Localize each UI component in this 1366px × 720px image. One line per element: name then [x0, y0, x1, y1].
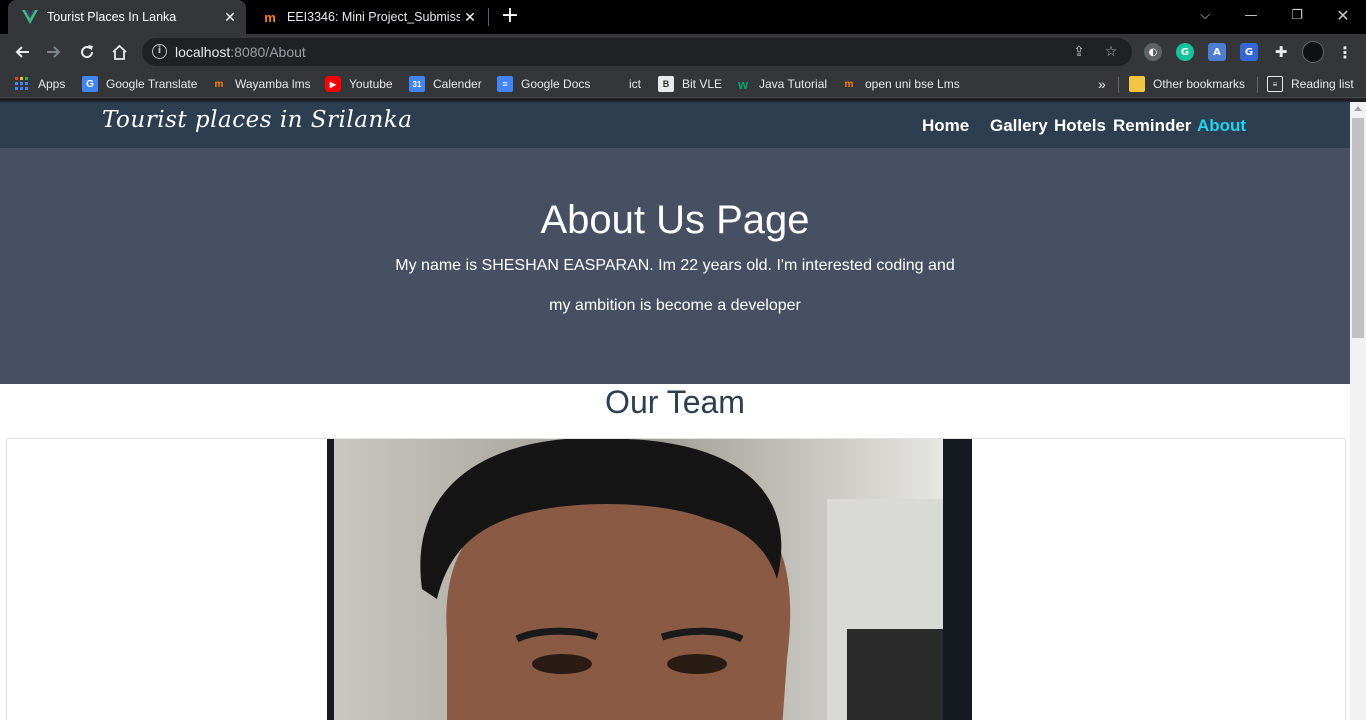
page-title: About Us Page	[540, 198, 810, 242]
close-tab-icon[interactable]: ✕	[220, 7, 240, 27]
close-window-button[interactable]: ✕	[1320, 0, 1366, 30]
tab-title: EEI3346: Mini Project_Submission	[287, 10, 460, 24]
reading-list[interactable]: ≡ Reading list	[1267, 75, 1354, 93]
other-bookmarks-label: Other bookmarks	[1153, 77, 1246, 91]
browser-toolbar: i localhost:8080/About ⇪ ☆ ◐ G A G ✚ ⋮	[0, 34, 1366, 70]
moodle-icon: m	[844, 78, 854, 90]
about-text-line-2: my ambition is become a developer	[549, 297, 801, 314]
bookmark-open-uni[interactable]: m open uni bse Lms	[841, 75, 960, 93]
address-bar[interactable]: i localhost:8080/About ⇪ ☆	[142, 38, 1132, 66]
w3schools-icon: w	[737, 76, 749, 92]
bookmark-divider	[1257, 77, 1258, 93]
home-button[interactable]	[107, 40, 131, 64]
extensions-puzzle-icon[interactable]: ✚	[1272, 43, 1290, 61]
bookmark-label: Apps	[38, 77, 66, 91]
blank-icon	[605, 76, 621, 92]
site-info-icon[interactable]: i	[152, 44, 167, 59]
close-tab-icon[interactable]: ✕	[460, 7, 480, 27]
bookmark-bit-vle[interactable]: B Bit VLE	[658, 75, 722, 93]
back-button[interactable]	[10, 40, 34, 64]
about-text-line-1: My name is SHESHAN EASPARAN. Im 22 years…	[395, 257, 955, 274]
nav-home[interactable]: Home	[922, 116, 969, 136]
translate-ext-icon[interactable]: A	[1208, 43, 1226, 61]
site-navbar: Tourist places in Srilanka Home Gallery …	[0, 102, 1350, 148]
team-card	[6, 438, 1346, 720]
profile-avatar[interactable]	[1302, 41, 1324, 63]
nav-reminder[interactable]: Reminder	[1113, 116, 1191, 136]
calendar-icon: 31	[409, 76, 425, 92]
forward-button[interactable]	[42, 40, 66, 64]
tab-mini-project[interactable]: m EEI3346: Mini Project_Submission ✕	[250, 0, 486, 34]
nav-gallery[interactable]: Gallery	[990, 116, 1048, 136]
bookmark-label: open uni bse Lms	[865, 77, 960, 91]
moodle-icon: m	[214, 78, 224, 90]
reading-list-label: Reading list	[1291, 77, 1354, 91]
site-logo[interactable]: Tourist places in Srilanka	[102, 107, 412, 133]
reload-button[interactable]	[75, 40, 99, 64]
tab-strip: Tourist Places In Lanka ✕ m EEI3346: Min…	[0, 0, 1366, 34]
apps-grid-icon	[14, 76, 30, 92]
nav-hotels[interactable]: Hotels	[1054, 116, 1106, 136]
team-heading: Our Team	[605, 384, 745, 420]
bookmark-wayamba-lms[interactable]: m Wayamba lms	[211, 75, 311, 93]
tab-search-icon[interactable]: ⌵	[1182, 0, 1228, 30]
google-docs-icon: ≡	[497, 76, 513, 92]
new-tab-button[interactable]: +	[498, 5, 522, 29]
scrollbar-thumb[interactable]	[1352, 118, 1364, 338]
google-translate-ext-icon[interactable]: G	[1240, 43, 1258, 61]
vue-logo-icon	[22, 9, 38, 25]
extension-icon[interactable]: ◐	[1144, 43, 1162, 61]
reading-list-icon: ≡	[1267, 76, 1283, 92]
tab-title: Tourist Places In Lanka	[47, 10, 177, 24]
url-text[interactable]: localhost:8080/About	[175, 44, 306, 60]
scroll-up-icon[interactable]	[1354, 106, 1362, 111]
bookmarks-bar: Apps G Google Translate m Wayamba lms ▶ …	[0, 70, 1366, 98]
tab-tourist-places[interactable]: Tourist Places In Lanka ✕	[8, 0, 246, 34]
bookmark-other[interactable]: Other bookmarks	[1129, 75, 1245, 93]
page-scrollbar[interactable]	[1350, 102, 1366, 720]
tab-divider	[488, 8, 489, 26]
bookmark-label: Wayamba lms	[235, 77, 311, 91]
minimize-button[interactable]: —	[1228, 0, 1274, 30]
bookmark-label: ict	[629, 77, 641, 91]
bookmark-label: Calender	[433, 77, 482, 91]
bookmark-label: Google Translate	[106, 77, 198, 91]
bookmark-label: Google Docs	[521, 77, 591, 91]
menu-kebab-icon[interactable]: ⋮	[1336, 43, 1354, 62]
bookmark-apps[interactable]: Apps	[14, 75, 65, 93]
about-hero: About Us Page My name is SHESHAN EASPARA…	[0, 148, 1350, 384]
moodle-icon: m	[264, 9, 276, 25]
more-bookmarks-chevron-icon[interactable]: »	[1098, 75, 1106, 93]
folder-icon	[1129, 76, 1145, 92]
bookmark-java-tutorial[interactable]: w Java Tutorial	[735, 75, 827, 93]
google-translate-icon: G	[82, 76, 98, 92]
bookmark-google-translate[interactable]: G Google Translate	[82, 75, 197, 93]
bookmark-label: Java Tutorial	[759, 77, 828, 91]
bookmark-label: Bit VLE	[682, 77, 723, 91]
bookmark-calender[interactable]: 31 Calender	[409, 75, 482, 93]
bookmark-google-docs[interactable]: ≡ Google Docs	[497, 75, 590, 93]
bookmark-ict[interactable]: ict	[605, 75, 641, 93]
youtube-icon: ▶	[325, 76, 341, 92]
nav-about[interactable]: About	[1197, 116, 1246, 136]
bit-icon: B	[658, 76, 674, 92]
page-viewport: Tourist places in Srilanka Home Gallery …	[0, 102, 1350, 720]
bookmark-star-icon[interactable]: ☆	[1102, 43, 1120, 61]
grammarly-icon[interactable]: G	[1176, 43, 1194, 61]
restore-button[interactable]: ❐	[1274, 0, 1320, 30]
bookmark-divider	[1118, 77, 1119, 93]
bookmark-youtube[interactable]: ▶ Youtube	[325, 75, 393, 93]
share-icon[interactable]: ⇪	[1070, 43, 1088, 61]
team-member-photo	[327, 439, 972, 720]
bookmark-label: Youtube	[349, 77, 393, 91]
